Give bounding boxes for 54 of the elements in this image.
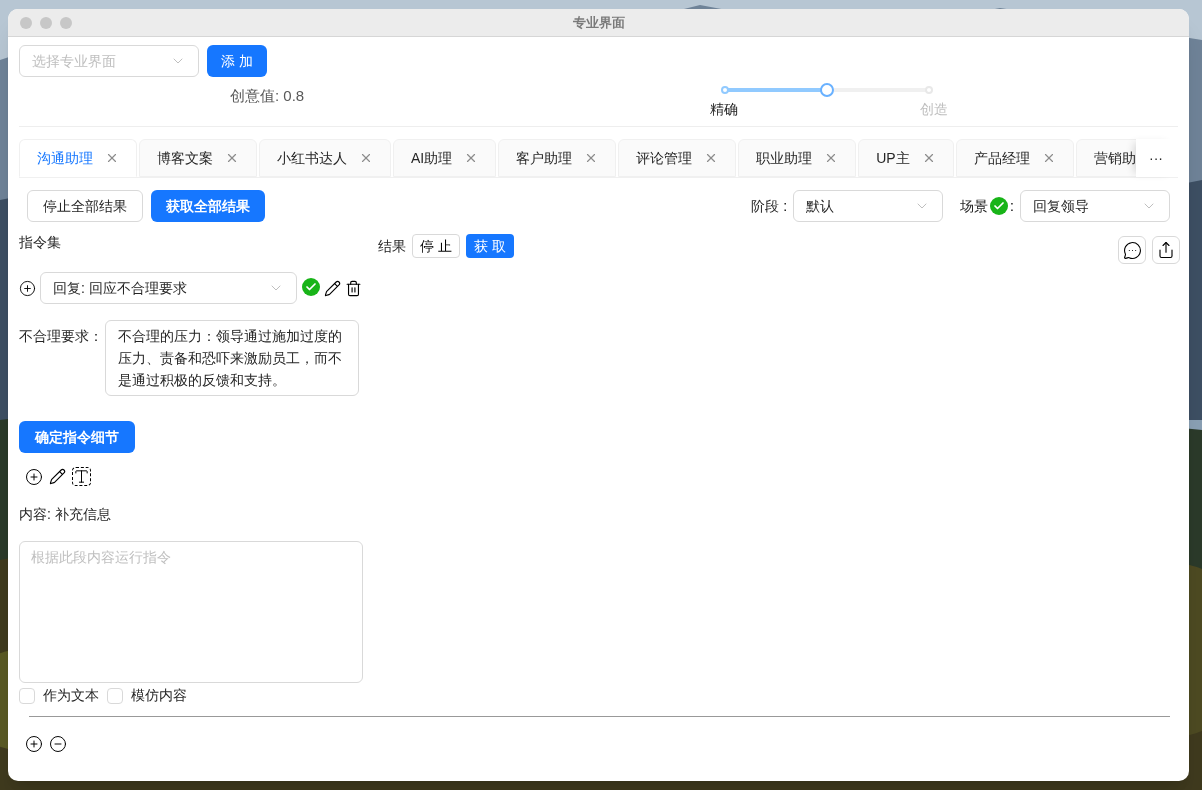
tab[interactable]: 小红书达人	[259, 139, 391, 177]
stage-select[interactable]: 默认	[793, 190, 944, 222]
close-icon[interactable]	[225, 151, 239, 165]
checkbox[interactable]	[107, 687, 123, 704]
colon: :	[1010, 196, 1014, 216]
add-circle-icon[interactable]	[25, 467, 43, 486]
share-button[interactable]	[1152, 236, 1180, 264]
checkbox[interactable]	[19, 687, 35, 704]
content-label: 内容: 补充信息	[19, 505, 112, 524]
stage-label: 阶段	[751, 196, 780, 216]
tab[interactable]: AI助理	[393, 139, 497, 177]
share-icon	[1157, 241, 1175, 259]
tab[interactable]: 职业助理	[738, 139, 857, 177]
tab[interactable]: 评论管理	[618, 139, 737, 177]
remove-circle-icon[interactable]	[49, 735, 67, 753]
edit-icon[interactable]	[324, 279, 341, 297]
chat-bubble-icon	[1122, 240, 1142, 260]
creativity-value: 创意值: 0.8	[230, 86, 305, 106]
scene-label: 场景	[960, 196, 989, 216]
tab[interactable]: 营销助	[1075, 139, 1136, 177]
add-button[interactable]: 添 加	[207, 45, 267, 77]
text-box-icon[interactable]	[72, 467, 91, 486]
slider-min-label: 精确	[710, 100, 739, 119]
colon: :	[783, 196, 788, 216]
tab[interactable]: 产品经理	[955, 139, 1074, 177]
stop-all-button[interactable]: 停止全部结果	[27, 190, 143, 222]
instruction-select[interactable]: 回复: 回应不合理要求	[40, 272, 297, 304]
instruction-set-title: 指令集	[19, 232, 61, 252]
delete-icon[interactable]	[345, 279, 362, 297]
tab[interactable]: 博客文案	[139, 139, 257, 177]
scene-select[interactable]: 回复领导	[1020, 190, 1170, 222]
tab[interactable]: UP主	[858, 139, 954, 177]
slider-max-label: 创造	[920, 100, 949, 119]
content-field[interactable]: 根据此段内容运行指令	[19, 541, 363, 683]
close-icon[interactable]	[359, 151, 373, 165]
checkbox-label: 模仿内容	[131, 686, 187, 705]
chat-button[interactable]	[1118, 236, 1146, 264]
add-circle-icon[interactable]	[25, 735, 43, 753]
confirm-button[interactable]: 确定指令细节	[19, 421, 135, 453]
stop-button[interactable]: 停 止	[412, 234, 460, 258]
creativity-slider[interactable]	[724, 83, 931, 97]
field-label: 不合理要求：	[19, 327, 103, 346]
more-tabs-button[interactable]: ···	[1136, 139, 1176, 177]
add-circle-icon[interactable]	[19, 279, 36, 297]
results-label: 结果	[378, 236, 406, 256]
tab[interactable]: 客户助理	[498, 139, 617, 177]
close-icon[interactable]	[105, 151, 119, 165]
tab[interactable]: 沟通助理	[19, 139, 137, 177]
text-field[interactable]: 不合理的压力：领导通过施加过度的压力、责备和恐吓来激励员工，而不是通过积极的反馈和支持。	[105, 320, 359, 396]
checkbox-label: 作为文本	[43, 686, 99, 705]
edit-icon[interactable]	[49, 468, 66, 485]
fetch-button[interactable]: 获 取	[465, 234, 514, 258]
fetch-all-button[interactable]: 获取全部结果	[151, 190, 265, 222]
window-title: 专业界面	[572, 13, 625, 32]
